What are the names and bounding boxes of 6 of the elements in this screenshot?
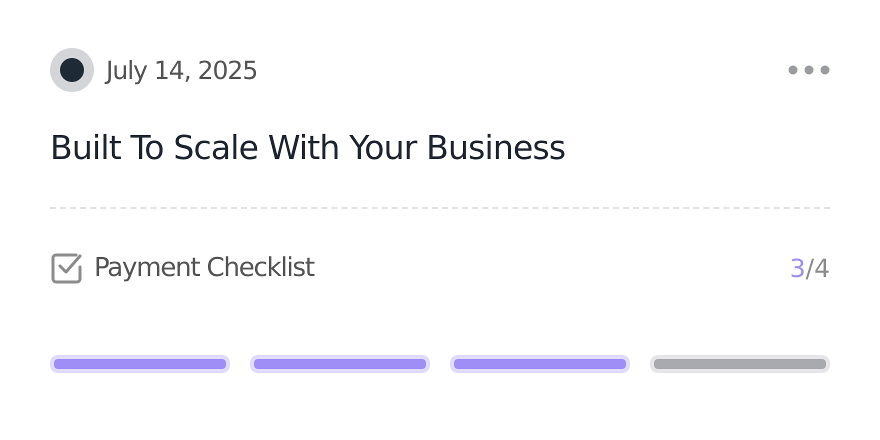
checklist-label: Payment Checklist (94, 253, 314, 283)
more-options-icon[interactable] (788, 65, 830, 75)
checklist-count: 3/4 (790, 254, 830, 282)
card-title: Built To Scale With Your Business (50, 128, 566, 167)
avatar-icon (50, 48, 94, 92)
post-date: July 14, 2025 (106, 56, 258, 84)
